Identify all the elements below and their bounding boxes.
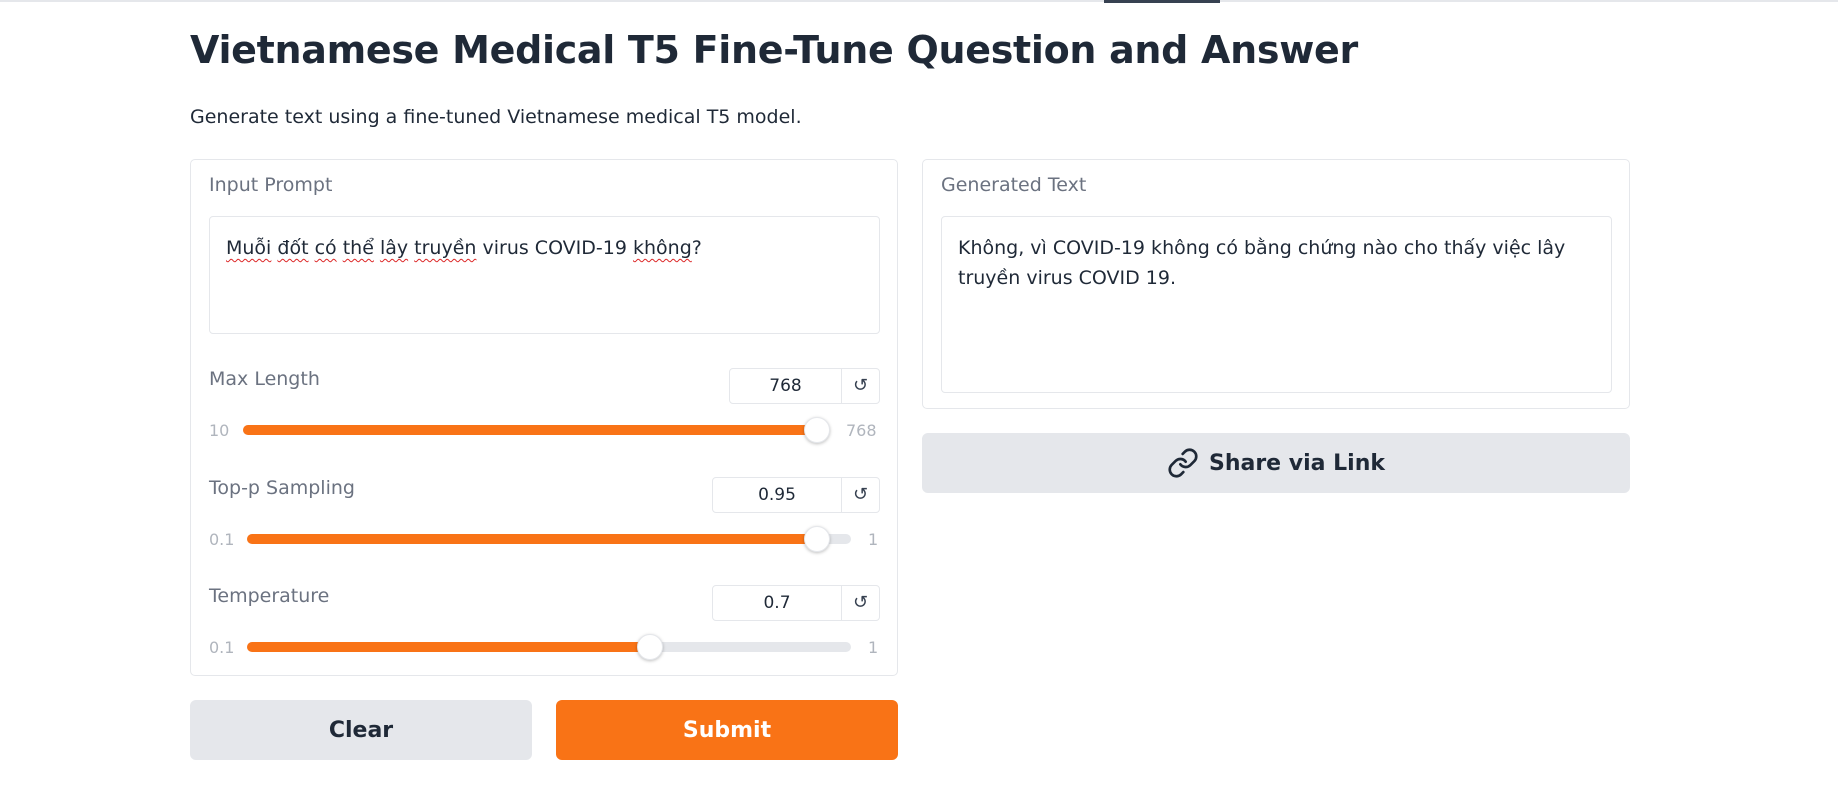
max-length-slider-fill [243,425,817,435]
prompt-word: Muỗi [226,237,272,259]
input-prompt-textarea[interactable]: Muỗi đốt có thể lây truyền virus COVID-1… [209,216,880,334]
prompt-word: ? [691,237,702,259]
max-length-label: Max Length [209,368,320,390]
page-title: Vietnamese Medical T5 Fine-Tune Question… [190,28,1358,72]
temperature-value: 0.7 [763,593,791,613]
top-p-slider-thumb[interactable] [804,526,831,552]
top-p-value: 0.95 [758,485,796,505]
temperature-max: 1 [868,638,879,657]
prompt-word: đốt [277,237,309,259]
prompt-word: truyền [414,237,477,259]
top-p-slider[interactable] [247,526,851,552]
generated-text-output[interactable]: Không, vì COVID-19 không có bằng chứng n… [941,216,1612,393]
clear-button[interactable]: Clear [190,700,532,760]
input-prompt-label: Input Prompt [209,174,333,196]
top-p-slider-fill [247,534,818,544]
prompt-word: không [633,237,692,259]
input-panel: Input Prompt Muỗi đốt có thể lây truyền … [190,159,898,676]
prompt-word: lây [379,237,409,259]
reset-icon[interactable]: ↺ [841,586,879,620]
submit-button[interactable]: Submit [556,700,898,760]
top-p-min: 0.1 [209,530,235,549]
max-length-slider[interactable] [243,417,830,443]
temperature-slider-fill [247,642,650,652]
prompt-word: có [314,237,337,259]
temperature-slider-thumb[interactable] [636,634,663,660]
temperature-slider[interactable] [247,634,851,660]
link-icon [1168,448,1198,478]
generated-text-label: Generated Text [941,174,1087,196]
active-tab-indicator [1104,0,1220,3]
temperature-number-input[interactable]: 0.7 ↺ [712,585,880,621]
top-p-number-input[interactable]: 0.95 ↺ [712,477,880,513]
max-length-max: 768 [846,421,877,440]
page-description: Generate text using a fine-tuned Vietnam… [190,106,802,128]
max-length-value: 768 [769,376,802,396]
output-panel: Generated Text Không, vì COVID-19 không … [922,159,1630,409]
temperature-label: Temperature [209,585,330,607]
top-divider [0,0,1838,2]
prompt-word: virus COVID-19 [482,237,627,259]
reset-icon[interactable]: ↺ [841,369,879,403]
max-length-min: 10 [209,421,230,440]
reset-icon[interactable]: ↺ [841,478,879,512]
prompt-word: thể [342,237,374,259]
share-via-link-button[interactable]: Share via Link [922,433,1630,493]
max-length-number-input[interactable]: 768 ↺ [729,368,880,404]
share-button-label: Share via Link [1208,450,1386,476]
top-p-label: Top-p Sampling [209,477,355,499]
max-length-slider-thumb[interactable] [804,417,830,443]
temperature-min: 0.1 [209,638,235,657]
top-p-max: 1 [868,530,879,549]
